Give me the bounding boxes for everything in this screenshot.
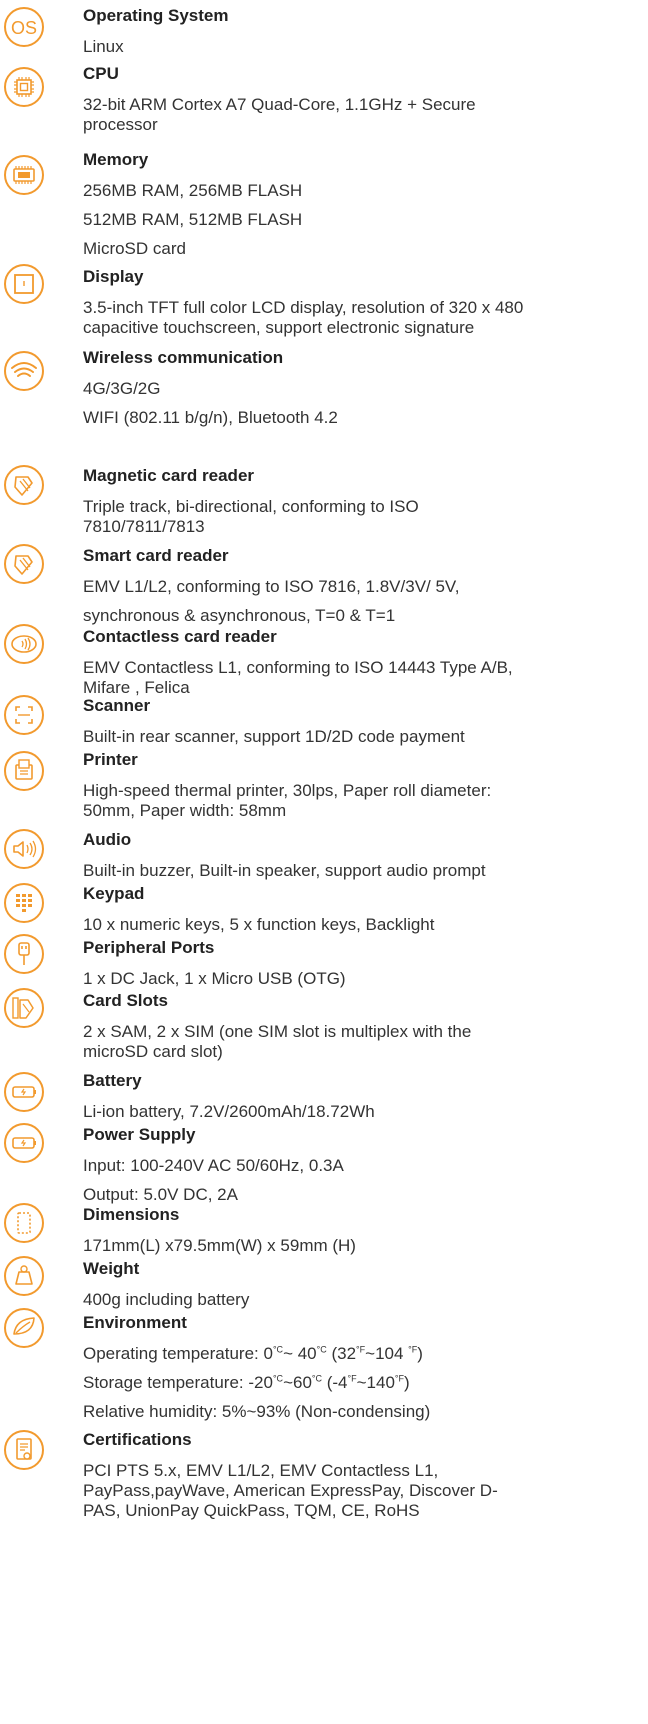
spec-title: Battery	[83, 1071, 142, 1090]
spec-value: Operating temperature: 0°C~ 40°C (32°F~1…	[83, 1344, 423, 1363]
spec-title: Wireless communication	[83, 348, 284, 367]
certificate-icon	[3, 1429, 45, 1471]
spec-value: Built-in rear scanner, support 1D/2D cod…	[83, 727, 465, 746]
spec-value: EMV L1/L2, conforming to ISO 7816, 1.8V/…	[83, 577, 460, 596]
keypad-icon	[3, 882, 45, 924]
battery-icon	[3, 1071, 45, 1113]
spec-value: 400g including battery	[83, 1290, 250, 1309]
scanner-icon	[3, 694, 45, 736]
spec-title: Peripheral Ports	[83, 938, 215, 957]
spec-value: synchronous & asynchronous, T=0 & T=1	[83, 606, 396, 625]
spec-value: Relative humidity: 5%~93% (Non-condensin…	[83, 1402, 431, 1421]
dimensions-icon	[3, 1202, 45, 1244]
spec-value: 171mm(L) x79.5mm(W) x 59mm (H)	[83, 1236, 356, 1255]
card-insert-icon	[3, 543, 45, 585]
spec-title: Card Slots	[83, 991, 169, 1010]
spec-page: { "accent_color": "#f29a2e", "specs": [ …	[0, 0, 648, 1724]
spec-value: Built-in buzzer, Built-in speaker, suppo…	[83, 861, 486, 880]
spec-value: PCI PTS 5.x, EMV L1/L2, EMV Contactless …	[83, 1461, 498, 1520]
svg-text:OS: OS	[11, 18, 37, 38]
leaf-icon	[3, 1307, 45, 1349]
speaker-icon	[3, 828, 45, 870]
spec-title: Weight	[83, 1259, 140, 1278]
spec-title: Smart card reader	[83, 546, 229, 565]
display-icon	[3, 263, 45, 305]
memory-chip-icon	[3, 154, 45, 196]
spec-title: Environment	[83, 1313, 187, 1332]
spec-value: EMV Contactless L1, conforming to ISO 14…	[83, 658, 513, 697]
spec-value: 32-bit ARM Cortex A7 Quad-Core, 1.1GHz +…	[83, 95, 476, 134]
contactless-icon	[3, 623, 45, 665]
spec-value: WIFI (802.11 b/g/n), Bluetooth 4.2	[83, 408, 338, 427]
usb-cable-icon	[3, 933, 45, 975]
spec-value: Output: 5.0V DC, 2A	[83, 1185, 238, 1204]
spec-title: Contactless card reader	[83, 627, 277, 646]
spec-title: Keypad	[83, 884, 145, 903]
spec-value: Storage temperature: -20°C~60°C (-4°F~14…	[83, 1373, 410, 1392]
power-supply-icon	[3, 1122, 45, 1164]
spec-value: Triple track, bi-directional, conforming…	[83, 497, 419, 536]
spec-title: Display	[83, 267, 144, 286]
spec-value: MicroSD card	[83, 239, 186, 258]
spec-value: 2 x SAM, 2 x SIM (one SIM slot is multip…	[83, 1022, 472, 1061]
card-swipe-icon	[3, 464, 45, 506]
spec-title: Operating System	[83, 6, 229, 25]
spec-title: Printer	[83, 750, 138, 769]
spec-value: 512MB RAM, 512MB FLASH	[83, 210, 303, 229]
spec-value: High-speed thermal printer, 30lps, Paper…	[83, 781, 492, 820]
spec-title: Certifications	[83, 1430, 192, 1449]
spec-value: Input: 100-240V AC 50/60Hz, 0.3A	[83, 1156, 344, 1175]
spec-value: Li-ion battery, 7.2V/2600mAh/18.72Wh	[83, 1102, 375, 1121]
spec-value: 1 x DC Jack, 1 x Micro USB (OTG)	[83, 969, 346, 988]
spec-value: 256MB RAM, 256MB FLASH	[83, 181, 303, 200]
spec-title: Scanner	[83, 696, 151, 715]
spec-title: Dimensions	[83, 1205, 180, 1224]
cpu-icon	[3, 66, 45, 108]
spec-value: 10 x numeric keys, 5 x function keys, Ba…	[83, 915, 435, 934]
spec-title: Power Supply	[83, 1125, 196, 1144]
spec-value: Linux	[83, 37, 124, 56]
spec-title: Memory	[83, 150, 149, 169]
wifi-icon	[3, 350, 45, 392]
spec-title: CPU	[83, 64, 119, 83]
spec-value: 3.5-inch TFT full color LCD display, res…	[83, 298, 524, 337]
spec-title: Magnetic card reader	[83, 466, 255, 485]
spec-value: 4G/3G/2G	[83, 379, 161, 398]
printer-icon	[3, 750, 45, 792]
spec-title: Audio	[83, 830, 132, 849]
card-slot-icon	[3, 987, 45, 1029]
weight-icon	[3, 1255, 45, 1297]
os-icon: OS	[3, 6, 45, 48]
